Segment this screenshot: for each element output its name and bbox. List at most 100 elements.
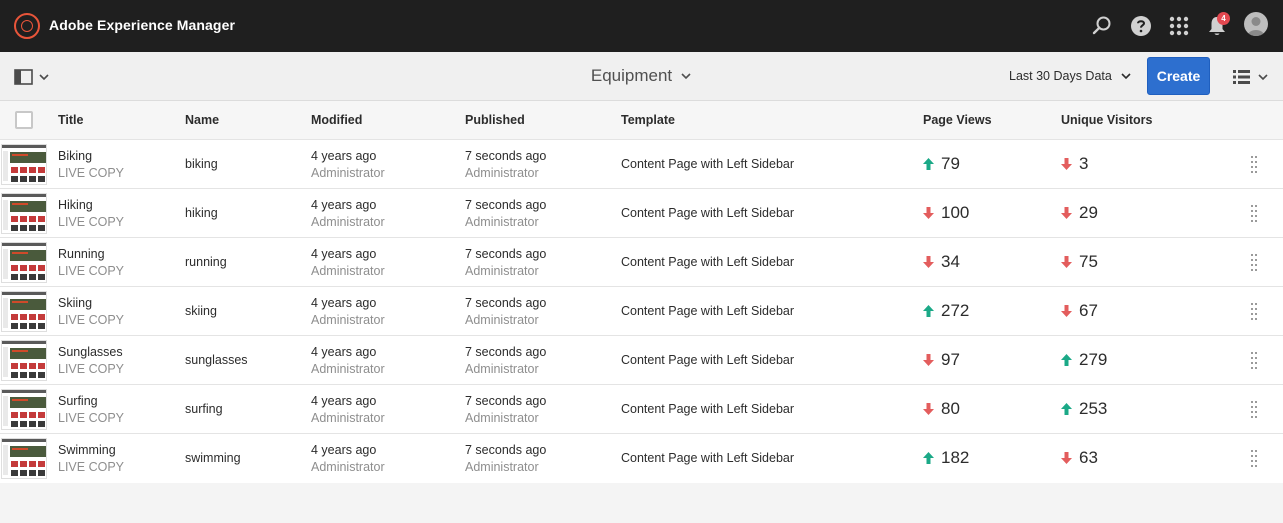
live-copy-label: LIVE COPY [58,264,124,278]
unique-visitors-value: 253 [1079,399,1108,418]
select-all-checkbox[interactable] [15,111,33,129]
row-modified-by: Administrator [311,460,385,474]
breadcrumb-dropdown[interactable]: Equipment [591,66,692,86]
row-unique-visitors: 63 [1061,448,1098,468]
row-template: Content Page with Left Sidebar [621,353,795,367]
row-published-by: Administrator [465,166,539,180]
unique-visitors-value: 63 [1079,448,1098,467]
page-thumbnail[interactable] [1,389,47,430]
live-copy-label: LIVE COPY [58,411,124,425]
row-name: running [185,255,227,269]
trend-up-icon [1061,403,1072,415]
chevron-down-icon [1121,73,1131,80]
row-template: Content Page with Left Sidebar [621,206,795,220]
drag-handle-icon[interactable] [1250,302,1258,320]
row-published: 7 seconds ago [465,296,547,310]
row-name: skiing [185,304,217,318]
solutions-icon[interactable] [1167,14,1191,38]
column-unique-visitors[interactable]: Unique Visitors [1061,113,1152,127]
drag-handle-icon[interactable] [1250,155,1258,173]
table-row[interactable]: Hiking LIVE COPY hiking 4 years ago Admi… [0,189,1283,238]
row-page-views: 100 [923,203,969,223]
page-title: Equipment [590,66,673,85]
row-unique-visitors: 3 [1061,154,1088,174]
table-row[interactable]: Running LIVE COPY running 4 years ago Ad… [0,238,1283,287]
avatar[interactable] [1244,12,1268,36]
create-button[interactable]: Create [1147,57,1210,95]
drag-handle-icon[interactable] [1250,204,1258,222]
aem-logo-icon[interactable] [14,13,40,39]
app-title[interactable]: Adobe Experience Manager [49,17,235,33]
table-row[interactable]: Sunglasses LIVE COPY sunglasses 4 years … [0,336,1283,385]
table-row[interactable]: Skiing LIVE COPY skiing 4 years ago Admi… [0,287,1283,336]
row-modified-by: Administrator [311,166,385,180]
row-unique-visitors: 67 [1061,301,1098,321]
row-published-by: Administrator [465,362,539,376]
page-thumbnail[interactable] [1,438,47,479]
row-modified-by: Administrator [311,215,385,229]
row-modified: 4 years ago [311,149,377,163]
row-name: swimming [185,451,241,465]
row-published-by: Administrator [465,460,539,474]
row-page-views: 79 [923,154,960,174]
table-row[interactable]: Swimming LIVE COPY swimming 4 years ago … [0,434,1283,483]
page-thumbnail[interactable] [1,340,47,381]
row-modified-by: Administrator [311,313,385,327]
page-views-value: 97 [941,350,960,369]
page-views-value: 80 [941,399,960,418]
row-page-views: 80 [923,399,960,419]
trend-down-icon [923,354,934,366]
trend-up-icon [923,158,934,170]
column-template[interactable]: Template [621,113,675,127]
date-range-dropdown[interactable]: Last 30 Days Data [1009,69,1132,83]
unique-visitors-value: 67 [1079,301,1098,320]
column-name[interactable]: Name [185,113,219,127]
table-row[interactable]: Surfing LIVE COPY surfing 4 years ago Ad… [0,385,1283,434]
row-page-views: 182 [923,448,969,468]
row-modified-by: Administrator [311,264,385,278]
trend-up-icon [923,305,934,317]
search-icon[interactable] [1090,14,1114,38]
row-unique-visitors: 29 [1061,203,1098,223]
date-range-label: Last 30 Days Data [1009,69,1112,83]
drag-handle-icon[interactable] [1250,253,1258,271]
unique-visitors-value: 75 [1079,252,1098,271]
row-unique-visitors: 75 [1061,252,1098,272]
drag-handle-icon[interactable] [1250,400,1258,418]
column-title[interactable]: Title [58,113,83,127]
row-name: hiking [185,206,218,220]
row-modified: 4 years ago [311,198,377,212]
row-published-by: Administrator [465,411,539,425]
column-modified[interactable]: Modified [311,113,362,127]
action-bar: Equipment Last 30 Days Data Create [0,52,1283,101]
row-modified: 4 years ago [311,443,377,457]
page-thumbnail[interactable] [1,193,47,234]
row-template: Content Page with Left Sidebar [621,451,795,465]
page-thumbnail[interactable] [1,144,47,185]
page-thumbnail[interactable] [1,242,47,283]
trend-down-icon [923,256,934,268]
help-icon[interactable] [1129,14,1153,38]
live-copy-label: LIVE COPY [58,313,124,327]
page-views-value: 79 [941,154,960,173]
row-published-by: Administrator [465,215,539,229]
page-thumbnail[interactable] [1,291,47,332]
row-modified: 4 years ago [311,345,377,359]
row-page-views: 97 [923,350,960,370]
row-published: 7 seconds ago [465,198,547,212]
trend-up-icon [923,452,934,464]
drag-handle-icon[interactable] [1250,449,1258,467]
row-unique-visitors: 253 [1061,399,1107,419]
row-modified: 4 years ago [311,394,377,408]
row-title: Biking [58,149,93,163]
row-published-by: Administrator [465,313,539,327]
row-published: 7 seconds ago [465,394,547,408]
column-published[interactable]: Published [465,113,525,127]
table-row[interactable]: Biking LIVE COPY biking 4 years ago Admi… [0,140,1283,189]
drag-handle-icon[interactable] [1250,351,1258,369]
rail-toggle-icon[interactable] [14,68,54,86]
row-title: Hiking [58,198,93,212]
column-page-views[interactable]: Page Views [923,113,992,127]
trend-up-icon [1061,354,1072,366]
list-view-icon[interactable] [1232,68,1272,86]
